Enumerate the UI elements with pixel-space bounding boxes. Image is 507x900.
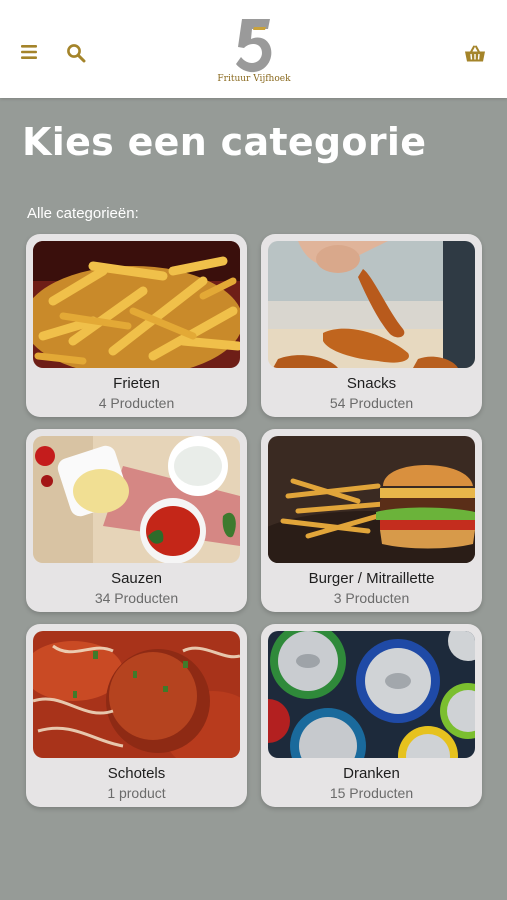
category-name: Snacks <box>346 375 397 392</box>
category-count: 4 Producten <box>98 395 175 411</box>
basket-icon[interactable] <box>464 45 486 63</box>
search-icon[interactable] <box>66 43 86 63</box>
category-name: Frieten <box>113 375 160 392</box>
category-card-snacks[interactable]: Snacks 54 Producten <box>261 234 482 417</box>
category-name: Schotels <box>107 765 166 782</box>
burger-image <box>268 436 475 563</box>
snacks-image <box>268 241 475 368</box>
menu-icon[interactable] <box>20 44 38 60</box>
logo-text: Frituur Vijfhoek <box>217 74 291 84</box>
sauces-image <box>33 436 240 563</box>
category-card-frieten[interactable]: Frieten 4 Producten <box>26 234 247 417</box>
app-header: Frituur Vijfhoek <box>0 0 507 98</box>
category-card-burger-mitraillette[interactable]: Burger / Mitraillette 3 Producten <box>261 429 482 612</box>
cans-image <box>268 631 475 758</box>
category-name: Burger / Mitraillette <box>308 570 435 587</box>
category-count: 3 Producten <box>333 590 410 606</box>
page-title: Kies een categorie <box>22 120 427 164</box>
category-count: 54 Producten <box>329 395 414 411</box>
category-count: 1 product <box>107 785 166 801</box>
category-count: 15 Producten <box>329 785 414 801</box>
category-name: Dranken <box>343 765 400 782</box>
logo[interactable]: Frituur Vijfhoek <box>215 16 293 92</box>
category-card-schotels[interactable]: Schotels 1 product <box>26 624 247 807</box>
fries-image <box>33 241 240 368</box>
meatball-image <box>33 631 240 758</box>
category-card-sauzen[interactable]: Sauzen 34 Producten <box>26 429 247 612</box>
category-count: 34 Producten <box>94 590 179 606</box>
category-card-dranken[interactable]: Dranken 15 Producten <box>261 624 482 807</box>
section-label: Alle categorieën: <box>27 205 139 222</box>
category-name: Sauzen <box>111 570 162 587</box>
